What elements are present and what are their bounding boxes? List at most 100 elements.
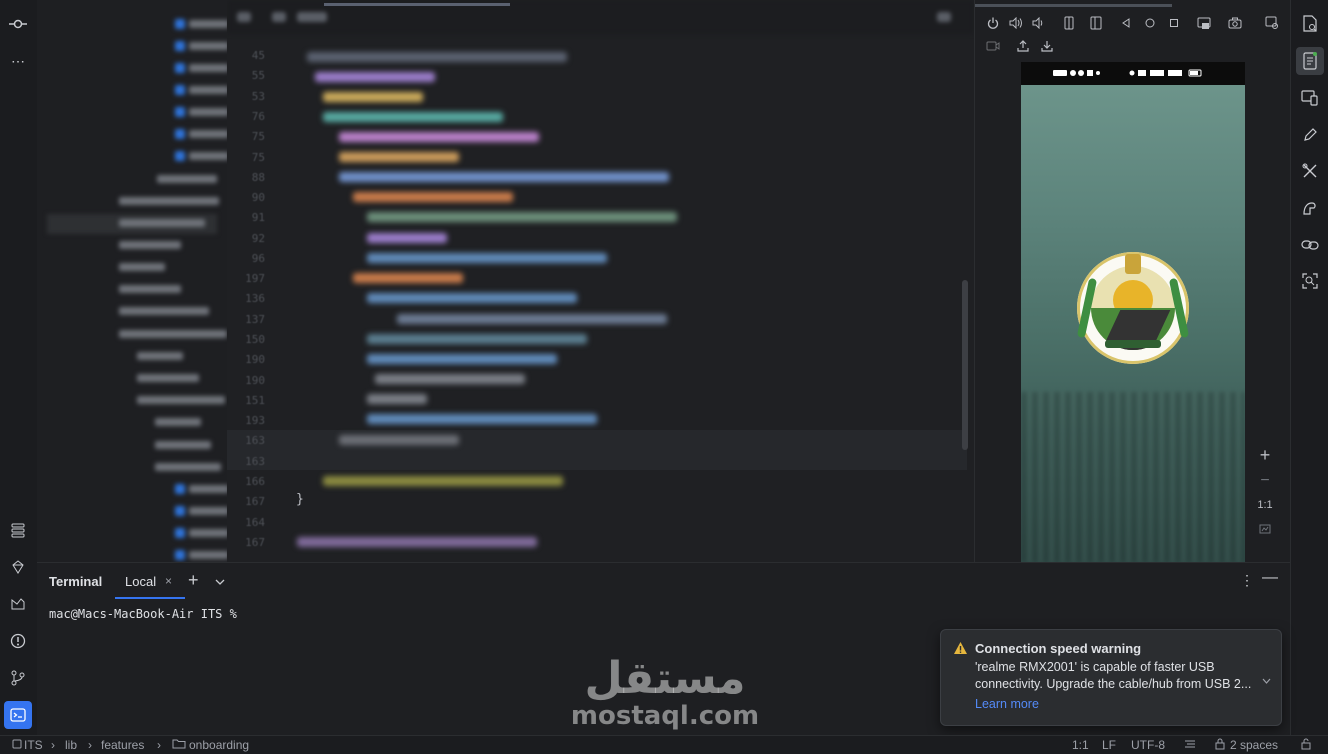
git-branch-icon[interactable] [8,668,28,688]
tree-item[interactable] [37,481,227,497]
tree-item[interactable] [37,370,227,386]
running-devices-icon[interactable] [1299,87,1321,109]
edit-icon[interactable] [1299,124,1321,146]
tree-item[interactable] [37,414,227,430]
breadcrumb-item[interactable]: features [101,738,144,752]
terminal-prompt[interactable]: mac@Macs-MacBook-Air ITS % [49,607,237,621]
line-number: 137 [245,313,265,326]
back-icon[interactable] [1118,15,1134,31]
breadcrumb-separator: › [51,738,55,752]
inspect-icon[interactable] [1299,270,1321,292]
format-icon[interactable] [1184,738,1196,752]
tree-item[interactable] [37,437,227,453]
code-line [315,72,435,82]
more-tools-icon[interactable]: ⋯ [8,51,28,71]
tree-item[interactable] [37,259,227,275]
caret-position[interactable]: 1:1 [1072,738,1089,752]
tree-item[interactable] [37,215,227,231]
link-icon[interactable] [1299,234,1321,256]
commit-icon[interactable] [8,14,28,34]
tree-item[interactable] [37,171,227,187]
options-icon[interactable]: ⋮ [1240,572,1254,589]
breadcrumb-separator: › [88,738,92,752]
gradle-icon[interactable] [1299,197,1321,219]
home-icon[interactable] [1142,15,1158,31]
tree-item[interactable] [37,82,227,98]
line-number: 92 [251,232,265,245]
line-separator[interactable]: LF [1102,738,1116,752]
watermark: مستقل mostaql.com [560,653,770,731]
tree-item[interactable] [37,38,227,54]
tree-item[interactable] [37,326,227,342]
tree-item[interactable] [37,348,227,364]
flutter-inspector-icon[interactable] [8,557,28,577]
volume-down-icon[interactable] [1031,15,1047,31]
tree-item[interactable] [37,281,227,297]
learn-more-link[interactable]: Learn more [975,697,1039,711]
close-tab-icon[interactable]: × [165,574,172,588]
new-tab-button[interactable]: + [188,570,199,591]
zoom-actual-button[interactable]: 1:1 [1252,493,1278,517]
rotate-right-icon[interactable] [1088,15,1104,31]
tree-item[interactable] [37,104,227,120]
tree-item[interactable] [37,392,227,408]
services-icon[interactable] [8,520,28,540]
file-encoding[interactable]: UTF-8 [1131,738,1165,752]
line-number: 90 [251,191,265,204]
flutter-performance-icon[interactable] [8,594,28,614]
tree-item[interactable] [37,547,227,562]
upload-icon[interactable] [1015,38,1031,54]
line-number: 151 [245,394,265,407]
read-only-toggle-icon[interactable] [1300,738,1312,753]
tree-item[interactable] [37,503,227,519]
problems-icon[interactable] [8,631,28,651]
minimize-icon[interactable]: — [1262,569,1278,587]
breadcrumb-separator: › [157,738,161,752]
tree-item[interactable] [37,459,227,475]
device-manager-icon[interactable] [1264,15,1280,31]
device-screen[interactable] [1021,62,1245,562]
tab-local[interactable]: Local [125,574,156,589]
tree-item[interactable] [37,525,227,541]
phone-status-bar [1021,62,1245,85]
camera-icon[interactable] [1227,15,1243,31]
notifications-icon[interactable] [1299,13,1321,35]
tab-dropdown-icon[interactable] [215,574,225,588]
breadcrumb-item[interactable]: lib [65,738,77,752]
breadcrumb-item[interactable]: onboarding [189,738,249,752]
build-tools-icon[interactable] [1299,160,1321,182]
record-icon[interactable] [985,38,1001,54]
tree-item[interactable] [37,237,227,253]
tree-item[interactable] [37,193,227,209]
line-number-gutter: 45 55 53 76 75 75 88 90 91 92 96 197 136… [227,34,293,562]
download-icon[interactable] [1039,38,1055,54]
project-tree[interactable] [37,0,227,562]
editor-scrollbar[interactable] [962,280,968,450]
indent-setting[interactable]: 2 spaces [1230,738,1278,752]
tree-item[interactable] [37,148,227,164]
tree-item[interactable] [37,16,227,32]
line-number: 193 [245,414,265,427]
power-icon[interactable] [985,15,1001,31]
closing-brace: } [296,492,304,507]
zoom-in-button[interactable]: + [1252,443,1278,467]
device-file-explorer-icon[interactable] [1296,47,1324,75]
line-number: 76 [251,110,265,123]
zoom-fit-button[interactable] [1252,517,1278,541]
code-line [339,435,459,445]
volume-up-icon[interactable] [1008,15,1024,31]
connection-warning-notification[interactable]: Connection speed warning 'realme RMX2001… [940,629,1282,726]
tree-item[interactable] [37,126,227,142]
zoom-out-button[interactable]: − [1252,469,1278,493]
breadcrumb-item[interactable]: ITS [24,738,43,752]
rotate-left-icon[interactable] [1062,15,1078,31]
overview-icon[interactable] [1166,15,1182,31]
tree-item[interactable] [37,60,227,76]
terminal-icon[interactable] [4,701,32,729]
watermark-arabic: مستقل [584,653,746,704]
screenshot-icon[interactable] [1196,15,1212,31]
code-editor[interactable]: 45 55 53 76 75 75 88 90 91 92 96 197 136… [227,0,974,562]
line-number: 96 [251,252,265,265]
tree-item[interactable] [37,303,227,319]
expand-chevron-icon[interactable] [1262,675,1271,687]
